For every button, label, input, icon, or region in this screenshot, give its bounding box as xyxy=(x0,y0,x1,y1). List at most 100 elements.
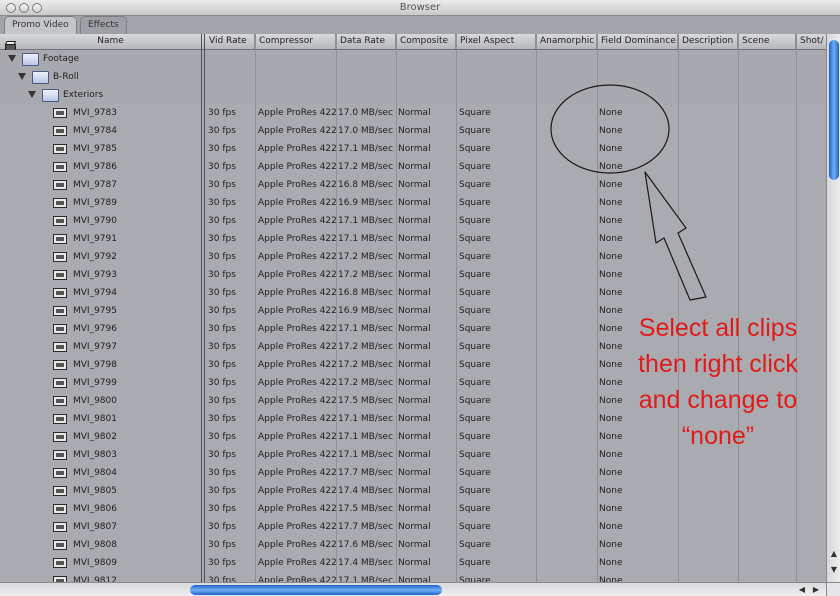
clip-vid-rate: 30 fps xyxy=(208,180,236,190)
browser-window: Browser Promo Video Effects Name Vid Rat… xyxy=(0,0,840,596)
clip-pixel-aspect: Square xyxy=(459,180,491,190)
clip-icon xyxy=(53,432,67,442)
clip-name: MVI_9797 xyxy=(73,342,117,352)
column-header-field-dominance[interactable]: Field Dominance xyxy=(597,34,678,49)
clip-field-dominance: None xyxy=(599,198,623,208)
vertical-scrollbar[interactable]: ▲ ▼ xyxy=(826,34,840,582)
clip-field-dominance: None xyxy=(599,378,623,388)
clip-vid-rate: 30 fps xyxy=(208,576,236,582)
horizontal-scroll-thumb[interactable] xyxy=(190,585,442,595)
column-header-shot[interactable]: Shot/ xyxy=(796,34,826,49)
clip-row[interactable]: MVI_9793 30 fps Apple ProRes 422 17.2 MB/se… xyxy=(0,266,826,284)
clip-row[interactable]: MVI_9807 30 fps Apple ProRes 422 17.7 MB/se… xyxy=(0,518,826,536)
clip-composite: Normal xyxy=(398,108,431,118)
clip-row[interactable]: MVI_9809 30 fps Apple ProRes 422 17.4 MB/se… xyxy=(0,554,826,572)
tab-promo-video[interactable]: Promo Video xyxy=(4,16,77,34)
clip-compressor: Apple ProRes 422 xyxy=(258,126,336,136)
clip-data-rate: 17.1 MB/sec xyxy=(338,144,394,154)
disclosure-triangle-icon[interactable] xyxy=(28,91,36,98)
clip-row[interactable]: MVI_9806 30 fps Apple ProRes 422 17.5 MB/se… xyxy=(0,500,826,518)
column-header-data-rate[interactable]: Data Rate xyxy=(336,34,396,49)
folder-label: Exteriors xyxy=(63,90,104,100)
column-header-scene[interactable]: Scene xyxy=(738,34,796,49)
column-header-pixel-aspect[interactable]: Pixel Aspect xyxy=(456,34,536,49)
clip-compressor: Apple ProRes 422 xyxy=(258,180,336,190)
disclosure-triangle-icon[interactable] xyxy=(18,73,26,80)
column-header-anamorphic[interactable]: Anamorphic xyxy=(536,34,597,49)
clip-row[interactable]: MVI_9783 30 fps Apple ProRes 422 17.0 MB/se… xyxy=(0,104,826,122)
column-divider xyxy=(738,34,739,582)
folder-row-b-roll[interactable]: B-Roll xyxy=(0,68,826,86)
column-divider xyxy=(796,34,797,582)
clip-row[interactable]: MVI_9812 30 fps Apple ProRes 422 17.1 MB/se… xyxy=(0,572,826,582)
clip-composite: Normal xyxy=(398,198,431,208)
annotation-line: Select all clips xyxy=(638,314,798,342)
scroll-right-arrow-icon[interactable]: ▶ xyxy=(810,584,822,596)
scroll-up-arrow-icon[interactable]: ▲ xyxy=(828,548,840,560)
clip-vid-rate: 30 fps xyxy=(208,432,236,442)
clip-field-dominance: None xyxy=(599,468,623,478)
column-header-vid-rate[interactable]: Vid Rate xyxy=(205,34,255,49)
clip-pixel-aspect: Square xyxy=(459,540,491,550)
clip-data-rate: 17.4 MB/sec xyxy=(338,558,394,568)
clapper-icon[interactable] xyxy=(4,36,17,51)
tab-effects[interactable]: Effects xyxy=(80,16,127,34)
clip-pixel-aspect: Square xyxy=(459,270,491,280)
clip-row[interactable]: MVI_9787 30 fps Apple ProRes 422 16.8 MB/se… xyxy=(0,176,826,194)
clip-data-rate: 17.0 MB/sec xyxy=(338,108,394,118)
clip-row[interactable]: MVI_9789 30 fps Apple ProRes 422 16.9 MB/se… xyxy=(0,194,826,212)
vertical-scroll-thumb[interactable] xyxy=(829,40,839,180)
clip-pixel-aspect: Square xyxy=(459,126,491,136)
clip-vid-rate: 30 fps xyxy=(208,342,236,352)
column-divider xyxy=(456,34,457,582)
clip-pixel-aspect: Square xyxy=(459,234,491,244)
column-header-name[interactable]: Name xyxy=(20,34,202,49)
column-header-composite[interactable]: Composite xyxy=(396,34,456,49)
clip-data-rate: 17.1 MB/sec xyxy=(338,450,394,460)
clip-row[interactable]: MVI_9804 30 fps Apple ProRes 422 17.7 MB/se… xyxy=(0,464,826,482)
clip-vid-rate: 30 fps xyxy=(208,270,236,280)
clip-row[interactable]: MVI_9785 30 fps Apple ProRes 422 17.1 MB/se… xyxy=(0,140,826,158)
folder-label: B-Roll xyxy=(53,72,79,82)
clip-composite: Normal xyxy=(398,180,431,190)
clip-name: MVI_9807 xyxy=(73,522,117,532)
clip-row[interactable]: MVI_9794 30 fps Apple ProRes 422 16.8 MB/se… xyxy=(0,284,826,302)
clip-compressor: Apple ProRes 422 xyxy=(258,234,336,244)
resize-corner[interactable] xyxy=(826,582,840,596)
clip-compressor: Apple ProRes 422 xyxy=(258,540,336,550)
clip-compressor: Apple ProRes 422 xyxy=(258,144,336,154)
clip-icon xyxy=(53,288,67,298)
folder-row-exteriors[interactable]: Exteriors xyxy=(0,86,826,104)
clip-row[interactable]: MVI_9791 30 fps Apple ProRes 422 17.1 MB/se… xyxy=(0,230,826,248)
disclosure-triangle-icon[interactable] xyxy=(8,55,16,62)
column-divider xyxy=(336,34,337,582)
clip-row[interactable]: MVI_9784 30 fps Apple ProRes 422 17.0 MB/se… xyxy=(0,122,826,140)
clip-compressor: Apple ProRes 422 xyxy=(258,360,336,370)
clip-composite: Normal xyxy=(398,486,431,496)
clip-row[interactable]: MVI_9786 30 fps Apple ProRes 422 17.2 MB/se… xyxy=(0,158,826,176)
clip-composite: Normal xyxy=(398,306,431,316)
folder-row-footage[interactable]: Footage xyxy=(0,50,826,68)
clip-compressor: Apple ProRes 422 xyxy=(258,288,336,298)
horizontal-scrollbar[interactable]: ◀ ▶ xyxy=(0,582,826,596)
clip-icon xyxy=(53,144,67,154)
clip-name: MVI_9812 xyxy=(73,576,117,582)
scroll-down-arrow-icon[interactable]: ▼ xyxy=(828,564,840,576)
clip-row[interactable]: MVI_9805 30 fps Apple ProRes 422 17.4 MB/se… xyxy=(0,482,826,500)
clip-data-rate: 17.7 MB/sec xyxy=(338,468,394,478)
clip-name: MVI_9785 xyxy=(73,144,117,154)
title-bar[interactable]: Browser xyxy=(0,0,840,16)
clip-data-rate: 17.7 MB/sec xyxy=(338,522,394,532)
clip-row[interactable]: MVI_9792 30 fps Apple ProRes 422 17.2 MB/se… xyxy=(0,248,826,266)
column-header-description[interactable]: Description xyxy=(678,34,738,49)
clip-compressor: Apple ProRes 422 xyxy=(258,450,336,460)
scroll-left-arrow-icon[interactable]: ◀ xyxy=(796,584,808,596)
clip-vid-rate: 30 fps xyxy=(208,396,236,406)
clip-name: MVI_9787 xyxy=(73,180,117,190)
clip-row[interactable]: MVI_9808 30 fps Apple ProRes 422 17.6 MB/se… xyxy=(0,536,826,554)
clip-pixel-aspect: Square xyxy=(459,450,491,460)
clip-row[interactable]: MVI_9790 30 fps Apple ProRes 422 17.1 MB/se… xyxy=(0,212,826,230)
column-header-compressor[interactable]: Compressor xyxy=(255,34,336,49)
clip-pixel-aspect: Square xyxy=(459,198,491,208)
column-divider xyxy=(204,34,205,582)
